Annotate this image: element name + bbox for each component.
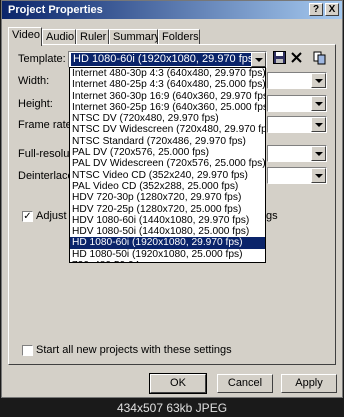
template-option[interactable]: HDV 720-25p (1280x720, 25.000 fps)	[70, 204, 265, 215]
cancel-button[interactable]: Cancel	[217, 374, 273, 393]
template-option[interactable]: NTSC DV (720x480, 29.970 fps)	[70, 113, 265, 124]
template-option[interactable]: HD 1080-60i (1920x1080, 29.970 fps)	[70, 237, 265, 249]
template-dropdown-list[interactable]: Internet 480-30p 4:3 (640x480, 29.970 fp…	[69, 67, 266, 263]
height-select[interactable]	[267, 95, 327, 112]
project-properties-dialog: Project Properties ? X Video Audio Ruler…	[1, 0, 343, 398]
start-all-label: Start all new projects with these settin…	[36, 344, 232, 356]
start-all-checkbox[interactable]	[22, 345, 33, 356]
apply-button[interactable]: Apply	[281, 374, 337, 393]
template-option[interactable]: Internet 360-30p 16:9 (640x360, 29.970 f…	[70, 91, 265, 102]
height-label: Height:	[18, 98, 53, 110]
ok-button[interactable]: OK	[149, 373, 207, 394]
template-option[interactable]: NTSC Video CD (352x240, 29.970 fps)	[70, 170, 265, 181]
chevron-down-icon[interactable]	[311, 96, 326, 111]
template-option[interactable]: Internet 480-30p 4:3 (640x480, 29.970 fp…	[70, 68, 265, 79]
chevron-down-icon[interactable]	[311, 117, 326, 132]
window-title: Project Properties	[8, 4, 103, 16]
template-option[interactable]: HDV 1080-50i (1440x1080, 25.000 fps)	[70, 226, 265, 237]
adjust-checkbox[interactable]: ✓	[22, 211, 33, 222]
image-caption: 434x507 63kb JPEG	[116, 401, 228, 415]
chevron-down-icon[interactable]	[311, 168, 326, 183]
template-option[interactable]: HDV 720-30p (1280x720, 29.970 fps)	[70, 192, 265, 203]
template-option[interactable]: HDV 1080-60i (1440x1080, 29.970 fps)	[70, 215, 265, 226]
help-button[interactable]: ?	[309, 3, 323, 16]
chevron-down-icon[interactable]	[251, 52, 266, 67]
title-bar: Project Properties ? X	[2, 1, 342, 19]
delete-icon[interactable]	[288, 51, 304, 67]
full-resolution-select[interactable]	[267, 145, 327, 162]
chevron-down-icon[interactable]	[311, 146, 326, 161]
adjust-label-tail: gs	[266, 210, 278, 222]
save-icon[interactable]	[271, 51, 287, 67]
tab-ruler[interactable]: Ruler	[76, 29, 109, 44]
frame-rate-label: Frame rate:	[18, 119, 75, 131]
template-option[interactable]: Internet 360-25p 16:9 (640x360, 25.000 f…	[70, 102, 265, 113]
template-option[interactable]: 720x480 59.94p	[70, 260, 265, 262]
tab-audio[interactable]: Audio	[42, 29, 76, 44]
deinterlace-select[interactable]	[267, 167, 327, 184]
template-option[interactable]: PAL DV (720x576, 25.000 fps)	[70, 147, 265, 158]
template-selected-value: HD 1080-60i (1920x1080, 29.970 fps)	[71, 53, 260, 66]
template-option[interactable]: Internet 480-25p 4:3 (640x480, 25.000 fp…	[70, 79, 265, 90]
width-label: Width:	[18, 75, 50, 87]
frame-rate-select[interactable]	[267, 116, 327, 133]
match-media-icon[interactable]	[312, 51, 328, 67]
tab-summary[interactable]: Summary	[109, 29, 160, 44]
chevron-down-icon[interactable]	[311, 73, 326, 88]
template-option[interactable]: PAL DV Widescreen (720x576, 25.000 fps)	[70, 158, 265, 169]
template-option[interactable]: NTSC Standard (720x486, 29.970 fps)	[70, 136, 265, 147]
template-option[interactable]: HD 1080-50i (1920x1080, 25.000 fps)	[70, 249, 265, 260]
tab-video[interactable]: Video	[8, 27, 42, 46]
template-select[interactable]: HD 1080-60i (1920x1080, 29.970 fps)	[68, 51, 267, 68]
width-select[interactable]	[267, 72, 327, 89]
tab-folders[interactable]: Folders	[158, 29, 200, 44]
screenshot-frame: Project Properties ? X Video Audio Ruler…	[0, 0, 344, 417]
template-label: Template:	[18, 53, 66, 65]
template-option[interactable]: PAL Video CD (352x288, 25.000 fps)	[70, 181, 265, 192]
template-option[interactable]: NTSC DV Widescreen (720x480, 29.970 fps)	[70, 124, 265, 135]
close-button[interactable]: X	[325, 3, 339, 16]
